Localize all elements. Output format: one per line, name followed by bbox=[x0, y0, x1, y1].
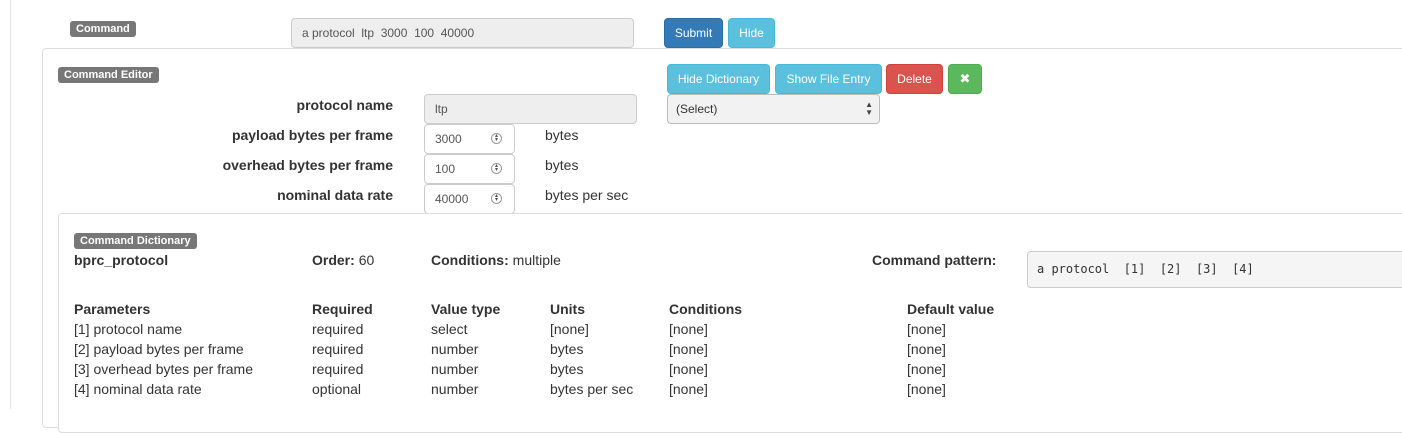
dictionary-select[interactable]: (Select) ▲ ▼ bbox=[667, 94, 880, 124]
table-cell: [none] bbox=[907, 381, 946, 397]
table-cell: required bbox=[312, 321, 364, 337]
protocol-name-input[interactable]: ltp bbox=[424, 94, 637, 124]
hide-dictionary-button[interactable]: Hide Dictionary bbox=[667, 64, 770, 94]
table-cell: bytes bbox=[550, 361, 584, 377]
field-label-overhead-bytes: overhead bytes per frame bbox=[222, 157, 393, 173]
updown-arrows-icon: ▲ ▼ bbox=[865, 100, 873, 117]
command-dictionary-panel bbox=[58, 213, 1402, 433]
order-label: Order: bbox=[312, 252, 355, 268]
field-label-protocol-name: protocol name bbox=[296, 97, 393, 113]
order-value: 60 bbox=[358, 252, 375, 268]
table-cell: bytes bbox=[550, 341, 584, 357]
overhead-bytes-value: 100 bbox=[435, 162, 456, 176]
table-cell: [1] protocol name bbox=[74, 321, 183, 337]
command-label: Command bbox=[70, 21, 136, 37]
command-dictionary-label: Command Dictionary bbox=[74, 233, 197, 249]
overhead-bytes-input[interactable]: 100 ▴ ▾ bbox=[424, 154, 515, 184]
close-icon[interactable]: ✖ bbox=[948, 64, 982, 94]
spinner-icon[interactable]: ▴ ▾ bbox=[491, 163, 502, 174]
table-cell: [none] bbox=[669, 341, 708, 357]
field-label-payload-bytes: payload bytes per frame bbox=[231, 127, 393, 143]
conditions-value: multiple bbox=[512, 252, 561, 268]
table-cell: number bbox=[431, 361, 479, 377]
table-cell: bytes per sec bbox=[550, 381, 634, 397]
column-header-value-type: Value type bbox=[431, 301, 501, 317]
field-label-nominal-data-rate: nominal data rate bbox=[277, 187, 393, 203]
table-cell: select bbox=[431, 321, 468, 337]
table-cell: [none] bbox=[907, 361, 946, 377]
table-cell: [none] bbox=[907, 341, 946, 357]
table-cell: number bbox=[431, 381, 479, 397]
select-value: (Select) bbox=[676, 102, 718, 116]
conditions-info: Conditions: multiple bbox=[431, 252, 561, 268]
column-header-parameters: Parameters bbox=[74, 301, 151, 317]
table-cell: [4] nominal data rate bbox=[74, 381, 202, 397]
order-info: Order: 60 bbox=[312, 252, 374, 268]
table-cell: optional bbox=[312, 381, 362, 397]
spinner-icon[interactable]: ▴ ▾ bbox=[491, 133, 502, 144]
overhead-bytes-unit: bytes bbox=[545, 157, 579, 173]
command-pattern-label: Command pattern: bbox=[872, 252, 997, 268]
payload-bytes-value: 3000 bbox=[435, 132, 462, 146]
nominal-data-rate-value: 40000 bbox=[435, 192, 469, 206]
table-cell: number bbox=[431, 341, 479, 357]
show-file-entry-button[interactable]: Show File Entry bbox=[775, 64, 882, 94]
table-cell: [none] bbox=[907, 321, 946, 337]
nominal-data-rate-input[interactable]: 40000 ▴ ▾ bbox=[424, 184, 515, 214]
table-cell: required bbox=[312, 341, 364, 357]
delete-button[interactable]: Delete bbox=[886, 64, 943, 94]
column-header-required: Required bbox=[312, 301, 373, 317]
command-input[interactable]: a protocol ltp 3000 100 40000 bbox=[291, 18, 634, 48]
column-header-default-value: Default value bbox=[907, 301, 995, 317]
table-cell: [2] payload bytes per frame bbox=[74, 341, 244, 357]
column-header-conditions: Conditions bbox=[669, 301, 743, 317]
hide-button[interactable]: Hide bbox=[728, 18, 775, 48]
table-cell: [none] bbox=[550, 321, 589, 337]
command-editor-label: Command Editor bbox=[58, 67, 159, 83]
spinner-icon[interactable]: ▴ ▾ bbox=[491, 193, 502, 204]
table-cell: required bbox=[312, 361, 364, 377]
column-header-units: Units bbox=[550, 301, 585, 317]
page-left-border bbox=[10, 0, 11, 409]
payload-bytes-input[interactable]: 3000 ▴ ▾ bbox=[424, 124, 515, 154]
table-cell: [none] bbox=[669, 321, 708, 337]
command-name: bprc_protocol bbox=[74, 252, 169, 268]
table-cell: [none] bbox=[669, 381, 708, 397]
table-cell: [3] overhead bytes per frame bbox=[74, 361, 253, 377]
payload-bytes-unit: bytes bbox=[545, 127, 579, 143]
conditions-label: Conditions: bbox=[431, 252, 509, 268]
table-cell: [none] bbox=[669, 361, 708, 377]
command-pattern-box: a protocol [1] [2] [3] [4] bbox=[1027, 251, 1402, 288]
nominal-data-rate-unit: bytes per sec bbox=[545, 187, 629, 203]
submit-button[interactable]: Submit bbox=[664, 18, 723, 48]
